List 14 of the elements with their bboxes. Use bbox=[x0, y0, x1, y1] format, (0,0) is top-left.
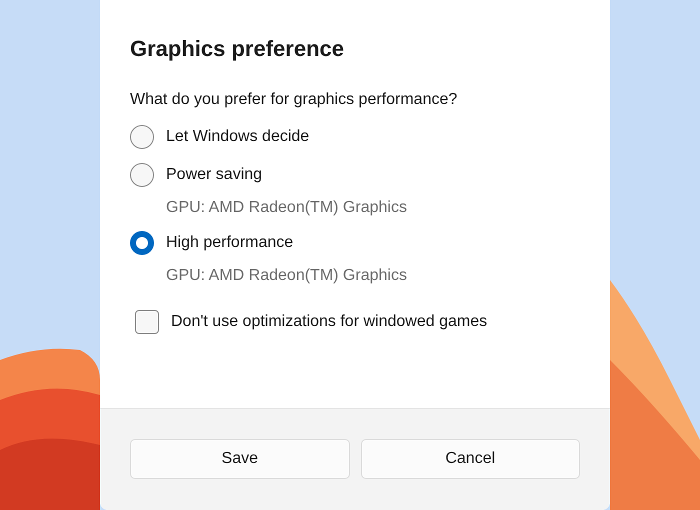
radio-button[interactable] bbox=[130, 125, 154, 149]
gpu-label: GPU: AMD Radeon(TM) Graphics bbox=[166, 198, 407, 218]
dialog-title: Graphics preference bbox=[130, 35, 344, 63]
radio-button[interactable] bbox=[130, 231, 154, 255]
checkbox[interactable] bbox=[135, 310, 159, 334]
checkbox-label: Don't use optimizations for windowed games bbox=[171, 312, 488, 332]
option-label: Let Windows decide bbox=[166, 127, 310, 147]
option-label: Power saving bbox=[166, 165, 262, 185]
dialog-button[interactable]: Save bbox=[130, 438, 350, 478]
question-text: What do you prefer for graphics performance? bbox=[130, 90, 458, 110]
dialog-button[interactable]: Cancel bbox=[360, 438, 580, 478]
radio-button[interactable] bbox=[130, 163, 154, 187]
option-label: High performance bbox=[166, 233, 294, 253]
gpu-label: GPU: AMD Radeon(TM) Graphics bbox=[166, 266, 407, 286]
